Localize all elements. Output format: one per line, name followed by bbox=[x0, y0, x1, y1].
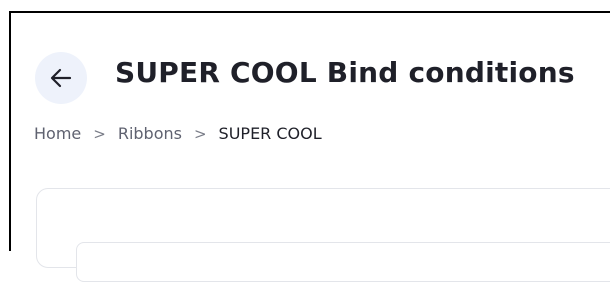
arrow-left-icon bbox=[50, 68, 72, 88]
card-inner-panel bbox=[76, 242, 610, 282]
page-title: SUPER COOL Bind conditions bbox=[115, 56, 575, 89]
content-card bbox=[36, 188, 610, 282]
back-button[interactable] bbox=[35, 52, 87, 104]
window-frame: SUPER COOL Bind conditions Home > Ribbon… bbox=[9, 11, 610, 282]
breadcrumb-separator: > bbox=[193, 124, 207, 143]
breadcrumb-ribbons[interactable]: Ribbons bbox=[118, 124, 182, 143]
breadcrumb-separator: > bbox=[93, 124, 106, 143]
breadcrumb-home[interactable]: Home bbox=[34, 124, 81, 143]
breadcrumb-current: SUPER COOL bbox=[218, 124, 322, 143]
breadcrumb: Home > Ribbons > SUPER COOL bbox=[34, 124, 322, 143]
